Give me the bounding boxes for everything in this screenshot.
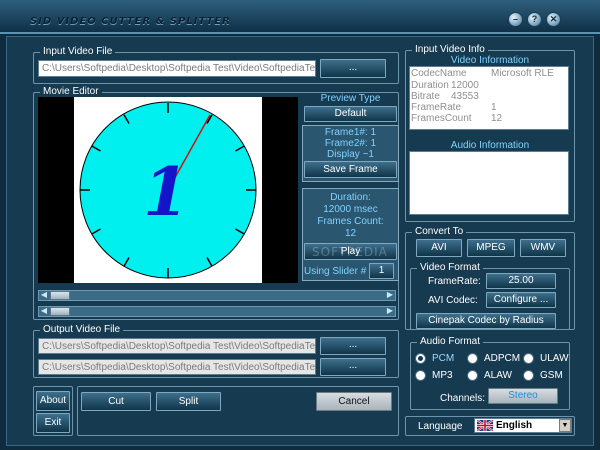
split-button[interactable]: Split xyxy=(156,392,221,411)
radio-alaw-label: ALAW xyxy=(484,370,512,381)
info-key-framerate: FrameRate xyxy=(411,102,462,113)
output-path-field-2[interactable]: C:\Users\Softpedia\Desktop\Softpedia Tes… xyxy=(38,359,316,375)
minimize-icon[interactable]: – xyxy=(508,12,523,27)
exit-button[interactable]: Exit xyxy=(36,413,70,433)
radio-alaw[interactable] xyxy=(467,370,478,381)
radio-gsm-label: GSM xyxy=(540,370,563,381)
info-value-framescount: 12 xyxy=(491,113,503,124)
window-title: SID VIDEO CUTTER & SPLITTER xyxy=(30,16,231,27)
output-browse-button-1[interactable]: ... xyxy=(320,337,386,355)
clock-digit: 1 xyxy=(143,153,189,231)
input-path-field[interactable]: C:\Users\Softpedia\Desktop\Softpedia Tes… xyxy=(38,60,316,77)
chevron-down-icon[interactable]: ▼ xyxy=(559,419,571,432)
preview-type-label: Preview Type xyxy=(320,93,381,104)
input-browse-button[interactable]: ... xyxy=(320,59,386,78)
info-value-codecname: Microsoft RLE xyxy=(491,68,554,79)
radio-pcm[interactable] xyxy=(415,353,426,364)
close-icon[interactable]: ✕ xyxy=(546,12,561,27)
slider-label: Using Slider # xyxy=(304,266,367,277)
convert-to-label: Convert To xyxy=(412,226,467,237)
channels-label: Channels: xyxy=(440,393,486,404)
slider2-right-arrow-icon[interactable]: ▶ xyxy=(385,306,395,316)
radio-adpcm[interactable] xyxy=(467,353,478,364)
radio-adpcm-label: ADPCM xyxy=(484,353,521,364)
info-value-duration: 12000 xyxy=(451,80,479,91)
cut-button[interactable]: Cut xyxy=(81,392,151,411)
radio-mp3-label: MP3 xyxy=(432,370,453,381)
radio-pcm-label: PCM xyxy=(432,353,455,364)
uk-flag-icon xyxy=(477,420,493,431)
slider-number-button[interactable]: 1 xyxy=(369,263,394,279)
duration-label: Duration: xyxy=(330,192,371,203)
framerate-label: FrameRate: xyxy=(428,276,481,287)
movie-editor-label: Movie Editor xyxy=(40,86,102,97)
help-icon[interactable]: ? xyxy=(527,12,542,27)
audio-information-label: Audio Information xyxy=(450,140,530,151)
configure-button[interactable]: Configure ... xyxy=(486,292,556,308)
save-frame-button[interactable]: Save Frame xyxy=(304,161,397,178)
slider1-thumb[interactable] xyxy=(50,291,70,300)
audio-information-list xyxy=(409,151,569,215)
info-key-codecname: CodecName xyxy=(411,68,467,79)
video-information-label: Video Information xyxy=(450,55,530,66)
preview-type-button[interactable]: Default xyxy=(304,106,397,122)
duration-value: 12000 msec xyxy=(323,204,378,215)
avi-codec-label: AVI Codec: xyxy=(428,295,478,306)
codec-name-button[interactable]: Cinepak Codec by Radius xyxy=(416,313,556,329)
radio-mp3[interactable] xyxy=(415,370,426,381)
audio-format-label: Audio Format xyxy=(417,336,484,347)
info-value-framerate: 1 xyxy=(491,102,497,113)
info-value-bitrate: 43553 xyxy=(451,91,479,102)
output-browse-button-2[interactable]: ... xyxy=(320,358,386,376)
convert-wmv-button[interactable]: WMV xyxy=(520,239,566,257)
channels-button[interactable]: Stereo xyxy=(488,388,558,404)
frame1-slider[interactable] xyxy=(38,290,396,301)
frames-count-value: 12 xyxy=(344,228,357,239)
display-text: Display ~1 xyxy=(327,149,374,160)
video-format-label: Video Format xyxy=(417,262,483,273)
slider1-left-arrow-icon[interactable]: ◀ xyxy=(39,290,49,300)
slider2-left-arrow-icon[interactable]: ◀ xyxy=(39,306,49,316)
radio-gsm[interactable] xyxy=(523,370,534,381)
slider2-thumb[interactable] xyxy=(50,307,70,316)
cancel-button[interactable]: Cancel xyxy=(316,392,392,411)
info-key-bitrate: Bitrate xyxy=(411,91,440,102)
framerate-value-button[interactable]: 25.00 xyxy=(486,273,556,289)
slider1-right-arrow-icon[interactable]: ▶ xyxy=(385,290,395,300)
info-key-framescount: FramesCount xyxy=(411,113,472,124)
language-value: English xyxy=(496,420,533,431)
frames-count-label: Frames Count: xyxy=(317,216,384,227)
output-path-field-1[interactable]: C:\Users\Softpedia\Desktop\Softpedia Tes… xyxy=(38,338,316,354)
clock-graphic: 1 xyxy=(79,101,257,279)
input-video-info-label: Input Video Info xyxy=(412,44,488,55)
convert-mpeg-button[interactable]: MPEG xyxy=(467,239,515,257)
frame2-slider[interactable] xyxy=(38,306,396,317)
output-video-file-label: Output Video File xyxy=(40,324,124,335)
radio-ulaw[interactable] xyxy=(523,353,534,364)
convert-avi-button[interactable]: AVI xyxy=(416,239,462,257)
language-label: Language xyxy=(418,421,463,432)
radio-ulaw-label: ULAW xyxy=(540,353,569,364)
input-video-file-label: Input Video File xyxy=(40,46,116,57)
frame2-text: Frame2#: 1 xyxy=(324,138,377,149)
frame1-text: Frame1#: 1 xyxy=(324,127,377,138)
about-button[interactable]: About xyxy=(36,391,70,411)
watermark-text: SOFTPEDIA xyxy=(312,245,388,259)
info-key-duration: Duration xyxy=(411,80,449,91)
